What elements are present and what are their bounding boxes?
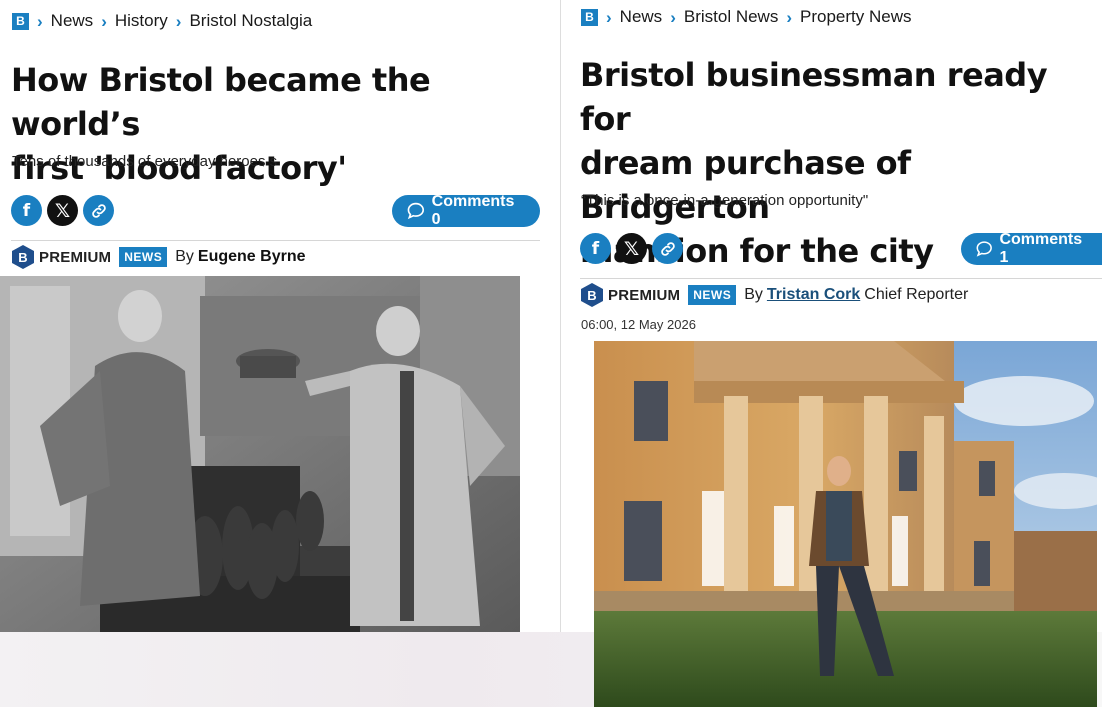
speech-bubble-icon bbox=[976, 241, 992, 257]
link-icon bbox=[660, 241, 675, 256]
chevron-right-icon: › bbox=[37, 11, 43, 31]
author-role: Chief Reporter bbox=[864, 286, 969, 303]
article-headline: How Bristol became the world’s first 'bl… bbox=[11, 58, 560, 190]
right-article: B › News › Bristol News › Property News … bbox=[570, 0, 1102, 707]
breadcrumb-news[interactable]: News bbox=[620, 7, 663, 27]
headline-line: dream purchase of Bridgerton bbox=[580, 144, 911, 226]
news-badge: NEWS bbox=[119, 247, 168, 267]
x-share-button[interactable]: 𝕏 bbox=[616, 233, 647, 264]
breadcrumb: B › News › History › Bristol Nostalgia bbox=[12, 11, 312, 31]
divider bbox=[580, 278, 1102, 279]
publish-date: 06:00, 12 May 2026 bbox=[581, 317, 696, 332]
article-standfirst: Tens of thousands of everyday heroes s bbox=[12, 153, 278, 170]
copy-link-button[interactable] bbox=[83, 195, 114, 226]
comments-label: Comments 0 bbox=[431, 193, 515, 228]
article-photo-mansion bbox=[594, 341, 1097, 707]
headline-line: How Bristol became the world’s bbox=[11, 61, 431, 143]
left-article: B › News › History › Bristol Nostalgia H… bbox=[0, 0, 561, 632]
article-standfirst: “This is a once-in-a-generation opportun… bbox=[581, 192, 869, 209]
breadcrumb-bristol-nostalgia[interactable]: Bristol Nostalgia bbox=[189, 11, 312, 31]
chevron-right-icon: › bbox=[606, 7, 612, 27]
chevron-right-icon: › bbox=[101, 11, 107, 31]
chevron-right-icon: › bbox=[670, 7, 676, 27]
comments-button[interactable]: Comments 0 bbox=[392, 193, 540, 228]
premium-logo-icon: B bbox=[581, 283, 603, 307]
speech-bubble-icon bbox=[407, 202, 425, 220]
brand-logo[interactable]: B bbox=[12, 12, 29, 30]
comments-button[interactable]: Comments 1 bbox=[961, 231, 1102, 266]
breadcrumb-bristol-news[interactable]: Bristol News bbox=[684, 7, 778, 27]
byline: B PREMIUM NEWS By Tristan Cork Chief Rep… bbox=[581, 283, 968, 307]
author-name[interactable]: Eugene Byrne bbox=[198, 248, 306, 266]
headline-line: Bristol businessman ready for bbox=[580, 56, 1048, 138]
x-share-button[interactable]: 𝕏 bbox=[47, 195, 78, 226]
x-icon: 𝕏 bbox=[623, 237, 640, 260]
facebook-share-button[interactable]: f bbox=[11, 195, 42, 226]
breadcrumb-news[interactable]: News bbox=[51, 11, 94, 31]
premium-text: PREMIUM bbox=[608, 286, 681, 304]
chevron-right-icon: › bbox=[175, 11, 182, 31]
copy-link-button[interactable] bbox=[652, 233, 683, 264]
brand-logo[interactable]: B bbox=[581, 8, 598, 26]
facebook-icon: f bbox=[22, 200, 31, 221]
breadcrumb-property-news[interactable]: Property News bbox=[800, 7, 911, 27]
byline: B PREMIUM NEWS By Eugene Byrne bbox=[12, 245, 306, 269]
premium-logo-icon: B bbox=[12, 245, 34, 269]
chevron-right-icon: › bbox=[786, 7, 792, 27]
premium-text: PREMIUM bbox=[39, 248, 112, 266]
facebook-share-button[interactable]: f bbox=[580, 233, 611, 264]
link-icon bbox=[91, 203, 106, 218]
premium-label: B PREMIUM bbox=[12, 245, 111, 269]
share-buttons: f 𝕏 bbox=[580, 233, 683, 264]
news-badge: NEWS bbox=[688, 285, 737, 305]
by-label: By bbox=[175, 248, 194, 265]
x-icon: 𝕏 bbox=[54, 199, 71, 222]
breadcrumb: B › News › Bristol News › Property News bbox=[581, 7, 911, 27]
author-name[interactable]: Tristan Cork bbox=[767, 286, 860, 304]
by-label: By bbox=[744, 286, 763, 303]
comments-label: Comments 1 bbox=[999, 231, 1083, 266]
breadcrumb-history[interactable]: History bbox=[115, 11, 168, 31]
premium-label: B PREMIUM bbox=[581, 283, 680, 307]
share-buttons: f 𝕏 bbox=[11, 195, 114, 226]
facebook-icon: f bbox=[591, 238, 600, 259]
divider bbox=[11, 240, 540, 241]
article-photo-blood-factory bbox=[0, 276, 520, 632]
